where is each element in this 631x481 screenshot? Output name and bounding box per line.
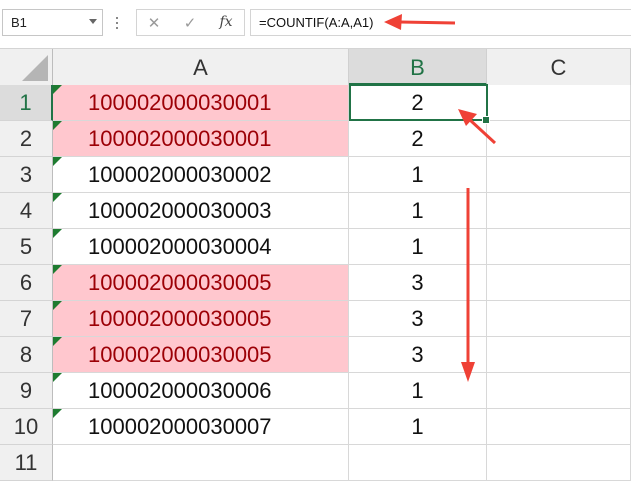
arrow-down-column-b (461, 188, 475, 382)
annotation-arrows (384, 14, 497, 382)
arrow-to-formula (384, 14, 456, 30)
arrow-to-cell-b1 (458, 109, 497, 145)
